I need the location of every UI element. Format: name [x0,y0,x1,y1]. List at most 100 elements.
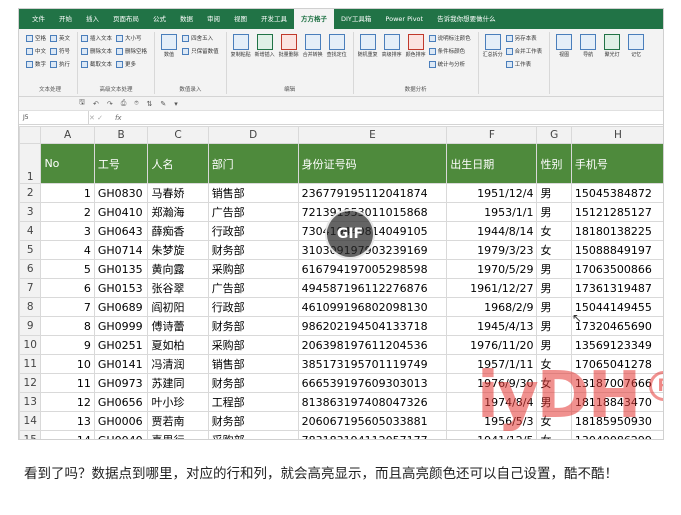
table-cell[interactable]: 721391953011015868 [297,202,448,222]
condition-color-button[interactable]: 条件标颜色 [428,46,471,56]
column-header[interactable]: B [93,126,149,144]
navigate-button[interactable]: 导航 [577,32,599,94]
tab-diy-toolbox[interactable]: DIY工具箱 [334,9,378,29]
extract-text-button[interactable]: 截取文本 [81,59,112,69]
column-header[interactable]: F [446,126,538,144]
column-header[interactable]: H [570,126,663,144]
tab-insert[interactable]: 插入 [79,9,106,29]
table-cell[interactable]: 喜思行 [147,430,209,439]
table-cell[interactable]: 9 [40,335,95,355]
name-box[interactable]: J5 [19,110,89,125]
table-cell[interactable]: 财务部 [207,373,299,393]
table-cell[interactable]: 行政部 [207,297,299,317]
table-cell[interactable]: GH0689 [93,297,149,317]
table-cell[interactable]: GH0040 [93,430,149,439]
table-cell[interactable]: 1979/3/23 [446,240,538,260]
table-cell[interactable]: 女 [536,221,572,241]
save-icon[interactable]: 🖫 [79,98,85,109]
row-header[interactable]: 14 [19,411,42,431]
tab-review[interactable]: 审阅 [200,9,227,29]
table-cell[interactable]: 666539197609303013 [297,373,448,393]
sort-icon[interactable]: ⇅ [147,100,153,108]
tab-file[interactable]: 文件 [25,9,52,29]
table-cell[interactable]: 阎初阳 [147,297,209,317]
table-cell[interactable]: 1944/8/14 [446,221,538,241]
tab-power-pivot[interactable]: Power Pivot [378,9,430,29]
spotlight-button[interactable]: 聚光灯 [601,32,623,94]
table-cell[interactable]: 采购部 [207,430,299,439]
checkbox-symbol[interactable]: 符号 [50,46,70,56]
table-cell[interactable]: 236779195112041874 [297,183,448,203]
table-cell[interactable]: 财务部 [207,316,299,336]
table-cell[interactable]: 15045384872 [570,183,663,203]
table-cell[interactable]: 男 [536,278,572,298]
header-cell[interactable]: 身份证号码 [297,143,448,184]
table-cell[interactable]: 销售部 [207,183,299,203]
memory-button[interactable]: 记忆 [625,32,647,94]
execute-button[interactable]: 执行 [50,59,70,69]
row-header[interactable]: 13 [19,392,42,412]
brush-icon[interactable]: ✎ [160,100,166,108]
table-cell[interactable]: 10 [40,354,95,374]
table-cell[interactable]: 7 [40,297,95,317]
table-cell[interactable]: 冯清润 [147,354,209,374]
header-cell[interactable]: 人名 [147,143,209,184]
row-header[interactable]: 5 [19,240,42,260]
save-sheet-button[interactable]: 另存本表 [505,33,543,43]
view-button[interactable]: 视图 [553,32,575,94]
table-cell[interactable]: 叶小珍 [147,392,209,412]
table-cell[interactable]: 广告部 [207,278,299,298]
camera-icon[interactable]: ⌾ [134,99,138,108]
table-cell[interactable]: 贾若南 [147,411,209,431]
table-cell[interactable]: 朱梦旋 [147,240,209,260]
table-cell[interactable]: GH0973 [93,373,149,393]
checkbox-chinese[interactable]: 中文 [26,46,46,56]
column-header[interactable]: E [297,126,448,144]
row-header[interactable]: 15 [19,430,42,439]
table-cell[interactable]: GH0714 [93,240,149,260]
table-cell[interactable]: 男 [536,316,572,336]
print-preview-icon[interactable]: ⎙ [121,99,127,108]
table-cell[interactable]: 财务部 [207,411,299,431]
table-cell[interactable]: 1976/11/20 [446,335,538,355]
column-header[interactable]: A [40,126,95,144]
table-cell[interactable]: 13569123349 [570,335,663,355]
table-cell[interactable]: 男 [536,183,572,203]
table-cell[interactable]: GH0830 [93,183,149,203]
table-cell[interactable]: 苏建同 [147,373,209,393]
tab-view[interactable]: 视图 [227,9,254,29]
table-cell[interactable]: 傅诗蕾 [147,316,209,336]
table-cell[interactable]: GH0643 [93,221,149,241]
table-cell[interactable]: 夏如柏 [147,335,209,355]
mark-color-button[interactable]: 说明标注颜色 [428,33,471,43]
table-cell[interactable]: 黄向露 [147,259,209,279]
table-cell[interactable]: 15088849197 [570,240,663,260]
table-cell[interactable]: 男 [536,259,572,279]
table-cell[interactable]: 采购部 [207,259,299,279]
worksheet-button[interactable]: 工作表 [505,59,543,69]
checkbox-number[interactable]: 数字 [26,59,46,69]
fx-icon[interactable]: fx [107,114,130,122]
row-header[interactable]: 12 [19,373,42,393]
row-header[interactable]: 1 [19,143,42,184]
table-cell[interactable]: 男 [536,202,572,222]
table-cell[interactable]: 385173195701119749 [297,354,448,374]
table-cell[interactable]: 813863197408047326 [297,392,448,412]
table-cell[interactable]: 616794197005298598 [297,259,448,279]
table-cell[interactable]: 15044149455 [570,297,663,317]
table-cell[interactable]: 1953/1/1 [446,202,538,222]
table-cell[interactable]: GH0656 [93,392,149,412]
table-cell[interactable]: 工程部 [207,392,299,412]
tab-data[interactable]: 数据 [173,9,200,29]
row-header[interactable]: 10 [19,335,42,355]
table-cell[interactable]: GH0141 [93,354,149,374]
table-cell[interactable]: GH0999 [93,316,149,336]
formula-cancel-icon[interactable]: ✕ ✓ [89,114,107,122]
header-cell[interactable]: 性别 [536,143,572,184]
customize-icon[interactable]: ▾ [174,100,178,108]
row-header[interactable]: 3 [19,202,42,222]
row-header[interactable]: 9 [19,316,42,336]
header-cell[interactable]: 部门 [207,143,299,184]
row-header[interactable]: 8 [19,297,42,317]
table-cell[interactable]: GH0135 [93,259,149,279]
